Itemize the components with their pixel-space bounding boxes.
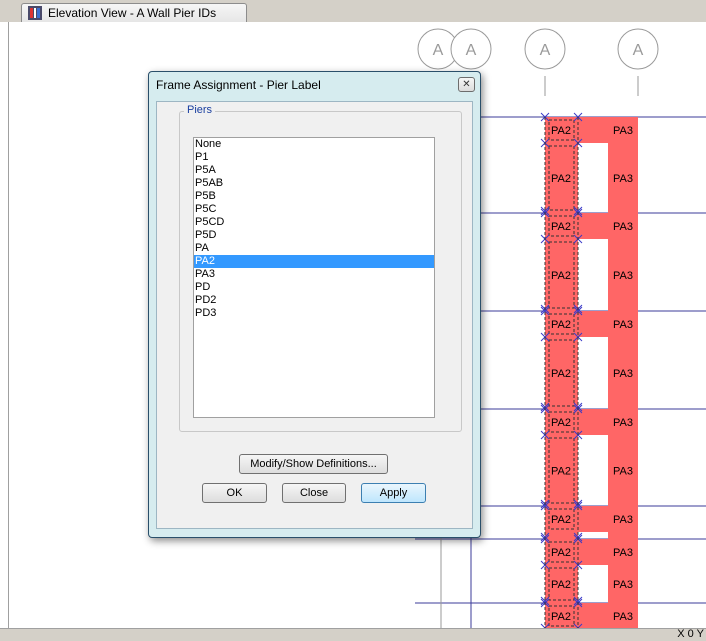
- pier-label: PA2: [551, 270, 571, 282]
- apply-button[interactable]: Apply: [361, 483, 426, 503]
- pier-label: PA2: [551, 466, 571, 478]
- pier-label: PA2: [551, 579, 571, 591]
- modify-show-definitions-button[interactable]: Modify/Show Definitions...: [239, 454, 388, 474]
- pier-label: PA2: [551, 319, 571, 331]
- grid-bubble-label: A: [633, 42, 644, 59]
- pier-label: PA3: [613, 173, 633, 185]
- document-tab-title: Elevation View - A Wall Pier IDs: [48, 6, 217, 20]
- pier-list-item[interactable]: PD: [194, 281, 434, 294]
- elevation-view-icon: [28, 6, 42, 20]
- pier-connector: [578, 409, 608, 435]
- ok-button[interactable]: OK: [202, 483, 267, 503]
- dialog-close-icon[interactable]: ✕: [458, 77, 475, 92]
- piers-group-label: Piers: [184, 104, 216, 116]
- pier-label: PA3: [613, 125, 633, 137]
- pier-label: PA3: [613, 547, 633, 559]
- pier-label: PA3: [613, 579, 633, 591]
- pier-connector: [578, 539, 608, 565]
- pier-label: PA3: [613, 611, 633, 623]
- piers-listbox[interactable]: None P1 P5A P5AB P5B P5C P5CD P5D PA PA2 PA3 PD PD2 P…: [193, 137, 435, 418]
- pier-label: PA3: [613, 417, 633, 429]
- dialog-title: Frame Assignment - Pier Label: [156, 78, 321, 92]
- pier-label: PA2: [551, 514, 571, 526]
- pier-list-item[interactable]: P5B: [194, 190, 434, 203]
- pier-list-item[interactable]: P5C: [194, 203, 434, 216]
- status-coordinates: X 0 Y: [677, 628, 704, 640]
- pier-label: PA2: [551, 368, 571, 380]
- pier-list-item[interactable]: P1: [194, 151, 434, 164]
- pier-connector: [578, 213, 608, 239]
- pier-label: PA2: [551, 173, 571, 185]
- pier-connector: [578, 117, 608, 143]
- pier-list-item[interactable]: PA3: [194, 268, 434, 281]
- pier-list-item[interactable]: PA: [194, 242, 434, 255]
- pier-list-item[interactable]: P5A: [194, 164, 434, 177]
- pier-list-item[interactable]: P5CD: [194, 216, 434, 229]
- pier-list-item[interactable]: PD2: [194, 294, 434, 307]
- close-button[interactable]: Close: [282, 483, 346, 503]
- pier-list-item[interactable]: PD3: [194, 307, 434, 320]
- pier-label: PA3: [613, 221, 633, 233]
- pier-label: PA3: [613, 466, 633, 478]
- pier-label: PA2: [551, 125, 571, 137]
- pier-list-item[interactable]: P5D: [194, 229, 434, 242]
- pier-label: PA3: [613, 514, 633, 526]
- pier-label: PA2: [551, 611, 571, 623]
- pier-connector: [578, 603, 608, 628]
- grid-bubble-label: A: [466, 42, 477, 59]
- pier-list-item[interactable]: P5AB: [194, 177, 434, 190]
- pier-list-item[interactable]: None: [194, 138, 434, 151]
- pier-list-item[interactable]: PA2: [194, 255, 434, 268]
- pier-label: PA2: [551, 417, 571, 429]
- pier-connector: [578, 311, 608, 337]
- pier-label: PA2: [551, 547, 571, 559]
- grid-bubble-label: A: [540, 42, 551, 59]
- pier-connector: [578, 506, 608, 532]
- grid-bubble-label: A: [433, 42, 444, 59]
- status-bar: X 0 Y: [0, 628, 706, 641]
- pier-label: PA3: [613, 319, 633, 331]
- pier-label: PA2: [551, 221, 571, 233]
- document-tab[interactable]: Elevation View - A Wall Pier IDs: [21, 3, 247, 22]
- pier-label: PA3: [613, 368, 633, 380]
- pier-label: PA3: [613, 270, 633, 282]
